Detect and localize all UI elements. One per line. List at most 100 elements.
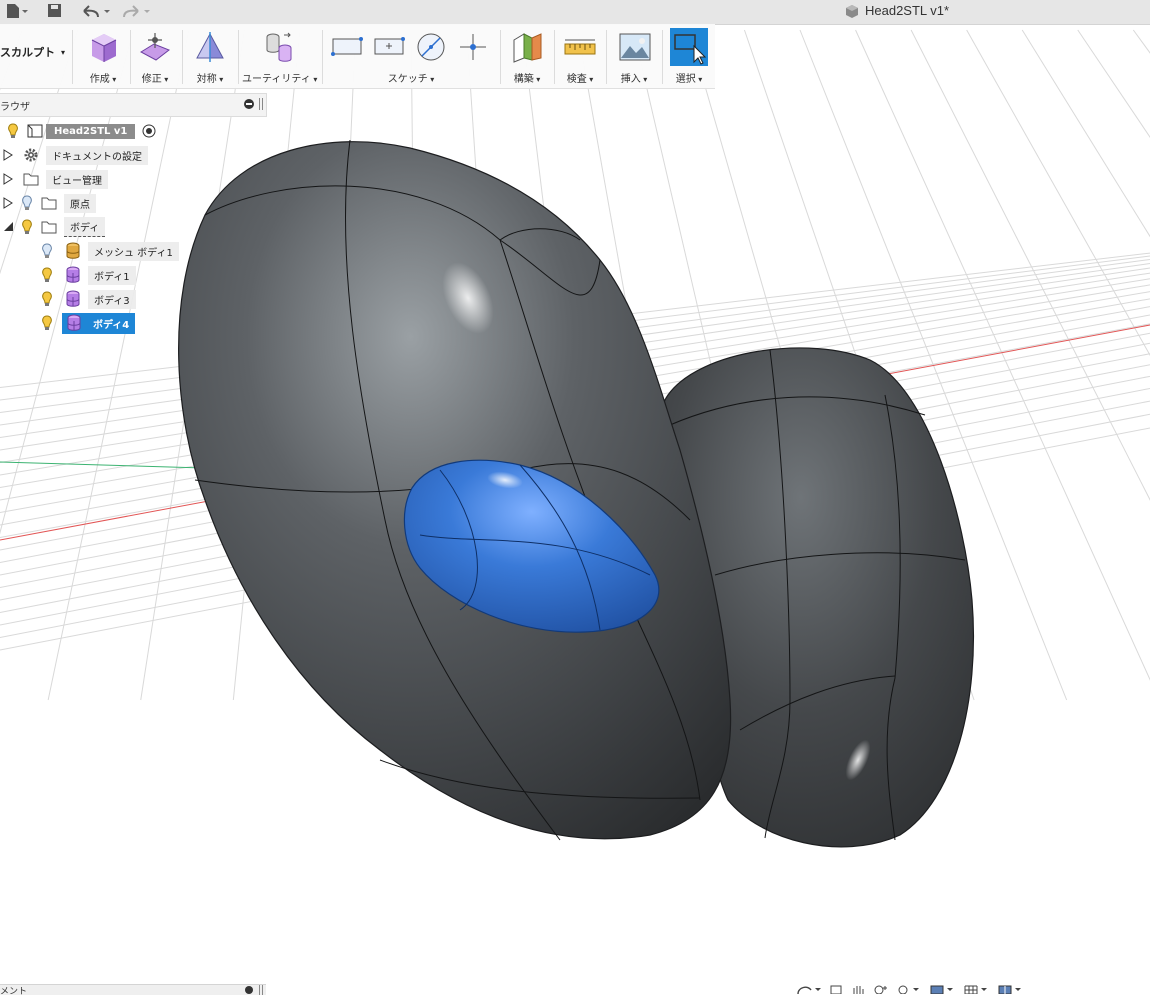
sketch-group[interactable]: スケッチ <box>326 24 496 88</box>
navigation-toolbar <box>795 984 1045 994</box>
utilities-group-label: ユーティリティ <box>242 70 316 85</box>
viewports-icon[interactable] <box>997 984 1023 994</box>
insert-group[interactable]: 挿入 <box>610 24 658 88</box>
utilities-group[interactable]: ユーティリティ <box>242 24 316 88</box>
visibility-bulb-icon[interactable] <box>40 291 54 307</box>
insert-image-icon <box>619 33 651 61</box>
fit-zoom-icon[interactable] <box>897 984 921 994</box>
browser-item-body-3[interactable]: ボディ3 <box>40 289 136 309</box>
sketch-center-rectangle-icon <box>374 37 405 55</box>
component-icon <box>27 124 43 138</box>
comments-panel-header: メント <box>0 984 266 997</box>
insert-group-label: 挿入 <box>610 70 658 85</box>
browser-item-label: ボディ <box>64 217 106 237</box>
file-menu-button[interactable] <box>4 0 28 22</box>
document-title-text: Head2STL v1* <box>865 3 950 18</box>
separator <box>238 30 239 84</box>
browser-item-body-1[interactable]: ボディ1 <box>40 265 136 285</box>
pan-hand-icon[interactable] <box>851 984 865 994</box>
browser-panel-header: ラウザ <box>0 93 267 117</box>
save-icon <box>48 4 61 17</box>
collapse-triangle-icon[interactable] <box>2 220 14 234</box>
separator <box>662 30 663 84</box>
browser-item-label: 原点 <box>64 193 96 213</box>
browser-item-bodies[interactable]: ボディ <box>2 217 106 237</box>
tspline-body-icon <box>66 290 80 307</box>
separator <box>554 30 555 84</box>
folder-icon <box>41 197 57 210</box>
symmetry-group[interactable]: 対称 <box>188 24 232 88</box>
browser-item-label: ビュー管理 <box>46 169 108 189</box>
redo-icon <box>123 5 150 18</box>
browser-item-document-settings[interactable]: ドキュメントの設定 <box>2 145 148 165</box>
workspace-switcher[interactable]: スカルプト ▾ <box>0 44 65 60</box>
browser-item-label: ボディ4 <box>87 313 136 333</box>
browser-item-mesh-body-1[interactable]: メッシュ ボディ1 <box>40 241 179 261</box>
expand-triangle-icon[interactable] <box>2 148 14 162</box>
separator <box>500 30 501 84</box>
chevron-down-icon: ▾ <box>61 47 66 57</box>
browser-item-body-4[interactable]: ボディ4 <box>40 312 136 334</box>
grid-settings-icon[interactable] <box>963 984 989 994</box>
construct-group[interactable]: 構築 <box>504 24 550 88</box>
visibility-bulb-icon[interactable] <box>6 123 20 139</box>
sketch-group-label: スケッチ <box>326 70 496 85</box>
activate-radio-icon[interactable] <box>141 123 157 139</box>
browser-root-label: Head2STL v1 <box>46 123 136 139</box>
expand-triangle-icon[interactable] <box>2 196 14 210</box>
browser-item-label: メッシュ ボディ1 <box>88 241 179 261</box>
inspect-group-label: 検査 <box>558 70 602 85</box>
separator <box>182 30 183 84</box>
document-cube-icon <box>846 4 858 18</box>
separator <box>322 30 323 84</box>
select-group[interactable]: 選択 <box>666 24 712 88</box>
gear-icon <box>24 148 38 162</box>
visibility-bulb-icon[interactable] <box>20 219 34 235</box>
separator <box>130 30 131 84</box>
grid-line <box>966 29 1150 357</box>
browser-root-item[interactable]: Head2STL v1 <box>6 121 163 141</box>
quick-access-bar: Head2STL v1* <box>0 0 1150 25</box>
look-at-icon[interactable] <box>829 984 843 994</box>
inspect-group[interactable]: 検査 <box>558 24 602 88</box>
add-comment-icon[interactable] <box>245 986 253 994</box>
folder-icon <box>23 173 39 186</box>
collapse-icon[interactable] <box>244 99 254 109</box>
measure-ruler-icon <box>564 39 596 55</box>
select-window-icon <box>670 28 708 66</box>
selected-item-highlight: ボディ4 <box>62 312 136 334</box>
sketch-rectangle-icon <box>331 37 363 56</box>
browser-item-named-views[interactable]: ビュー管理 <box>2 169 108 189</box>
workspace-label: スカルプト <box>0 46 55 59</box>
symmetry-icon <box>196 32 224 62</box>
symmetry-group-label: 対称 <box>188 70 232 85</box>
orbit-icon[interactable] <box>795 984 821 994</box>
create-group[interactable]: 作成 <box>80 24 126 88</box>
separator <box>606 30 607 84</box>
visibility-bulb-icon[interactable] <box>40 267 54 283</box>
canvas-viewport[interactable] <box>0 0 1150 994</box>
file-icon <box>7 4 28 18</box>
save-button[interactable] <box>46 0 64 22</box>
panel-grip-icon[interactable] <box>259 98 263 110</box>
tspline-body-icon <box>66 266 80 283</box>
folder-icon <box>41 221 57 234</box>
visibility-bulb-off-icon[interactable] <box>20 195 34 211</box>
zoom-icon[interactable] <box>873 984 889 994</box>
display-settings-icon[interactable] <box>929 984 955 994</box>
undo-icon <box>83 5 110 18</box>
browser-item-label: ドキュメントの設定 <box>46 145 148 165</box>
modify-group[interactable]: 修正 <box>134 24 176 88</box>
utilities-icon <box>266 32 292 62</box>
redo-button[interactable] <box>120 0 154 22</box>
undo-button[interactable] <box>80 0 114 22</box>
grid-line <box>1021 29 1150 238</box>
sketch-point-icon <box>460 34 486 60</box>
visibility-bulb-off-icon[interactable] <box>40 243 54 259</box>
browser-panel-title: ラウザ <box>0 102 30 113</box>
construct-plane-icon <box>513 33 542 63</box>
browser-item-origin[interactable]: 原点 <box>2 193 96 213</box>
visibility-bulb-icon[interactable] <box>40 315 54 331</box>
select-group-label: 選択 <box>666 70 712 85</box>
expand-triangle-icon[interactable] <box>2 172 14 186</box>
